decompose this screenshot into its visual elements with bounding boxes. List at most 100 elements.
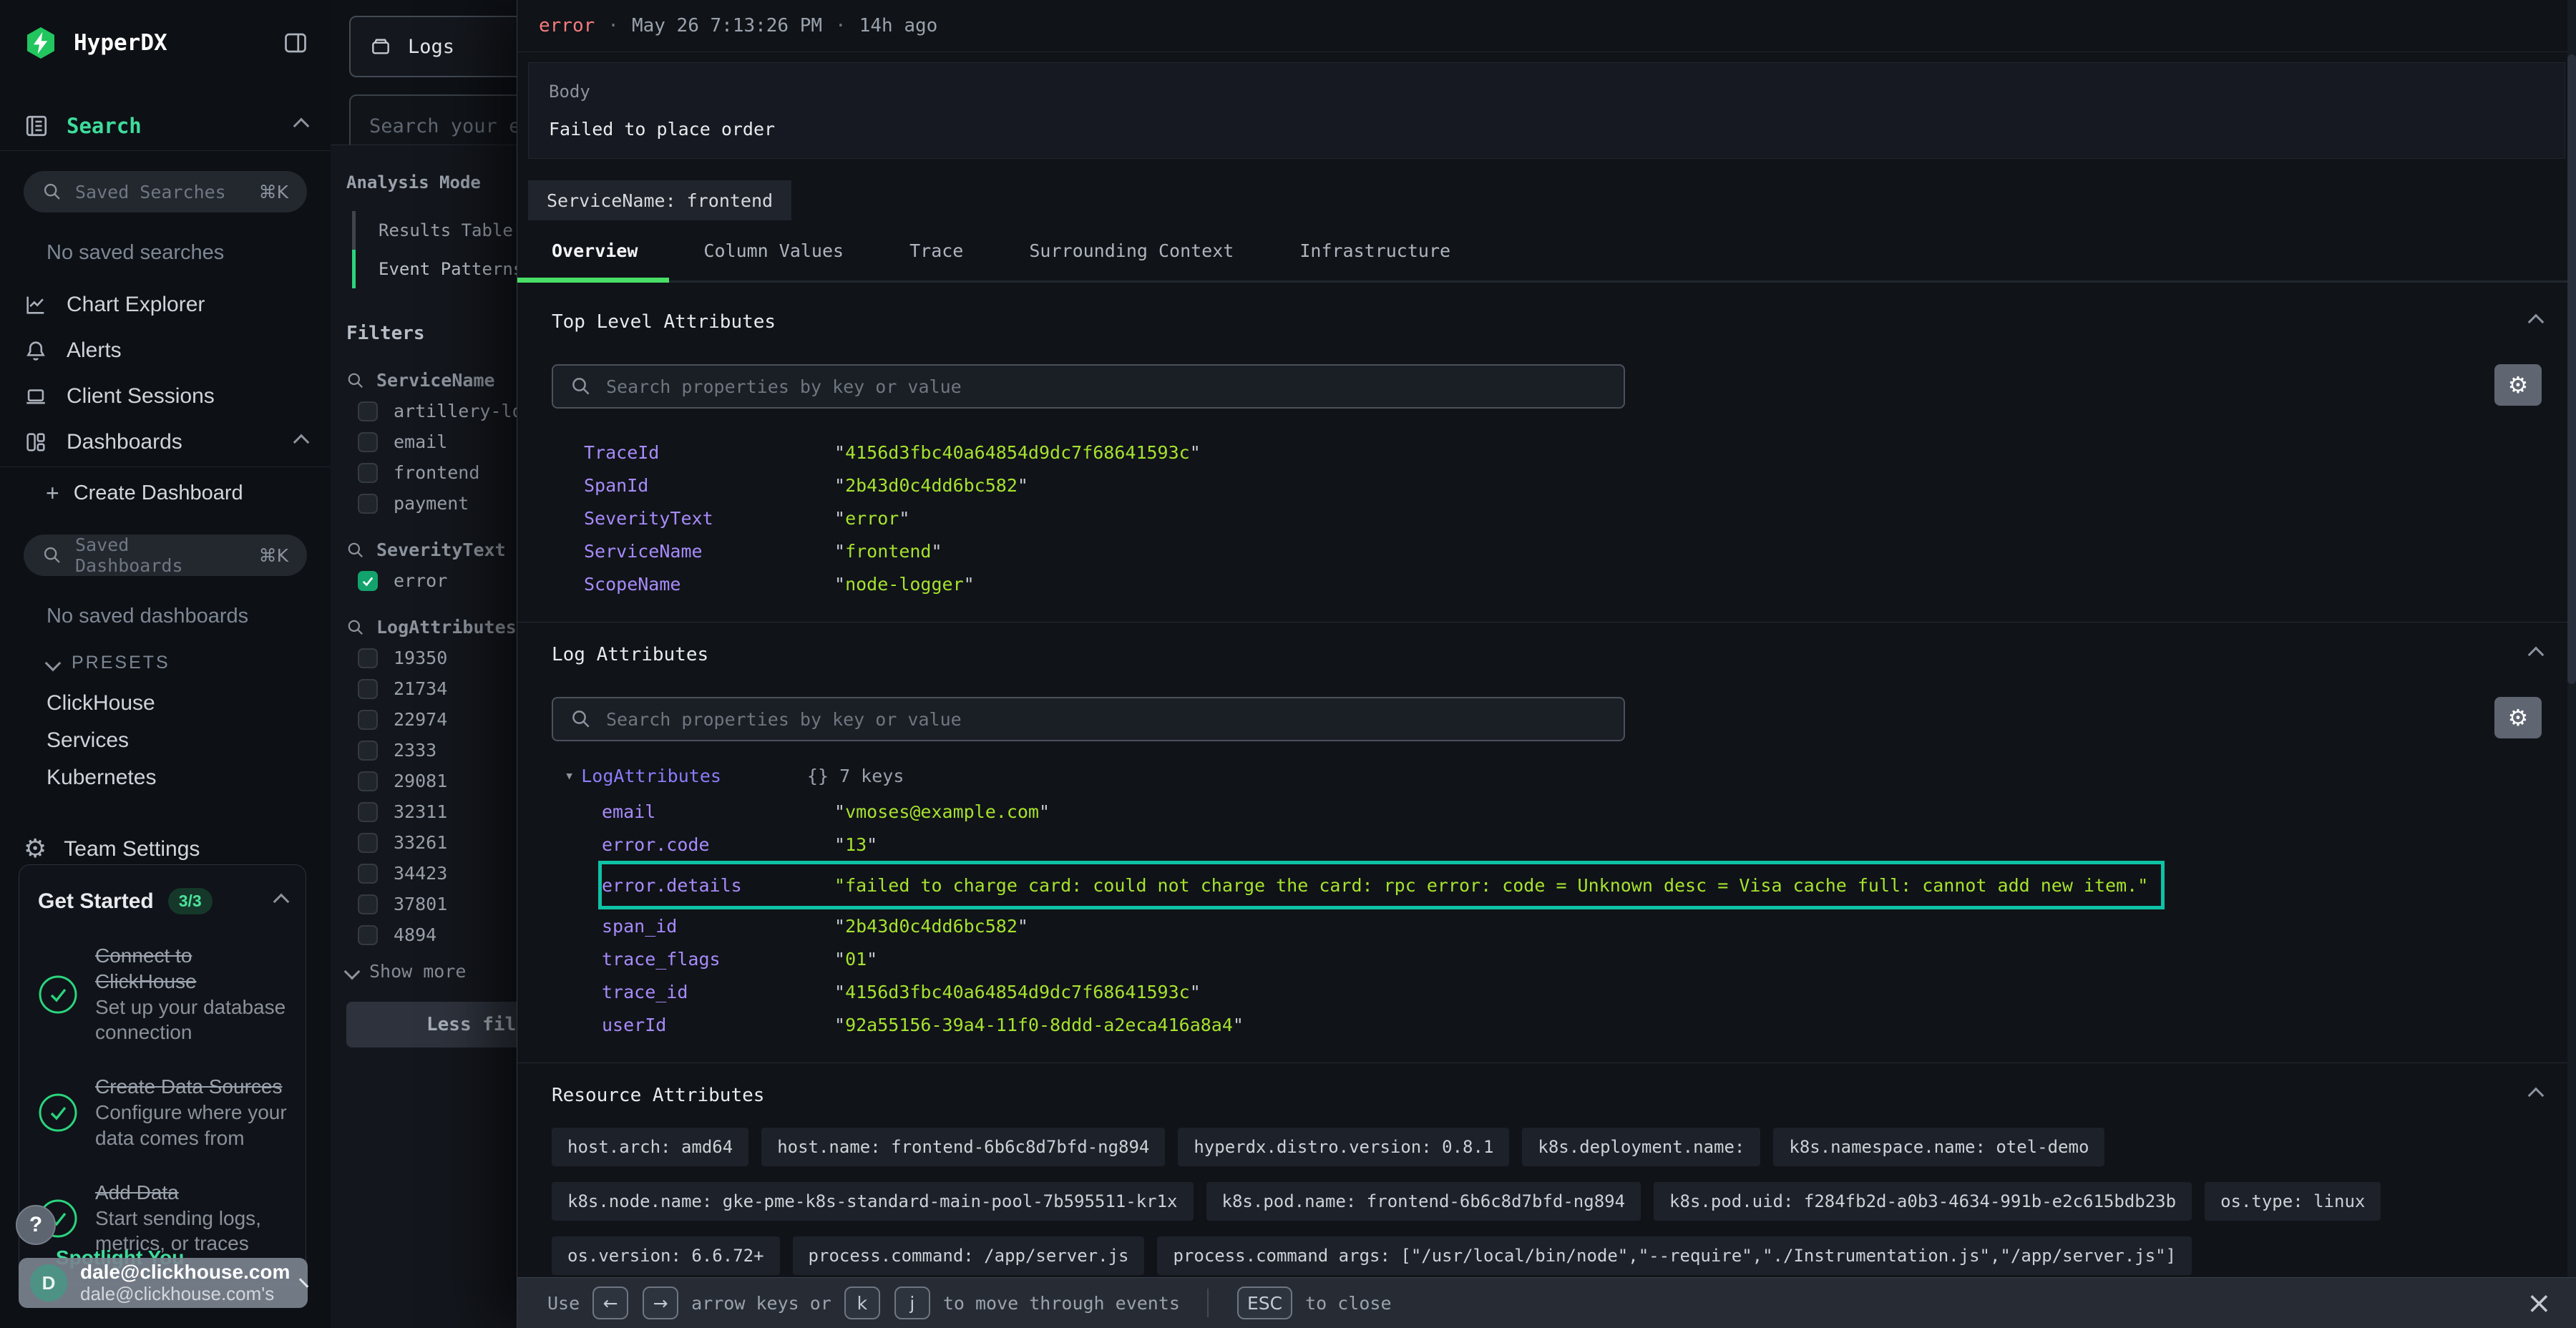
- attribute-key[interactable]: TraceId: [584, 442, 834, 463]
- attribute-value[interactable]: "error": [834, 508, 2542, 529]
- attribute-key[interactable]: error.details: [602, 875, 834, 896]
- checkbox[interactable]: [358, 802, 378, 822]
- resource-attribute-chip[interactable]: process.command args: ["/usr/local/bin/n…: [1157, 1236, 2192, 1275]
- checkbox[interactable]: [358, 864, 378, 884]
- tab-trace[interactable]: Trace: [909, 240, 963, 280]
- get-started-item[interactable]: Connect to ClickHouseSet up your databas…: [38, 943, 287, 1045]
- tab-infrastructure[interactable]: Infrastructure: [1299, 240, 1450, 280]
- resource-attribute-chip[interactable]: k8s.node.name: gke-pme-k8s-standard-main…: [552, 1182, 1194, 1221]
- attribute-row[interactable]: ServiceName"frontend": [584, 534, 2542, 567]
- checkbox[interactable]: [358, 925, 378, 945]
- create-dashboard-button[interactable]: + Create Dashboard: [0, 467, 331, 519]
- checkbox[interactable]: [358, 894, 378, 914]
- preset-item-kubernetes[interactable]: Kubernetes: [0, 761, 331, 795]
- attribute-row[interactable]: SpanId"2b43d0c4dd6bc582": [584, 469, 2542, 502]
- tab-surrounding-context[interactable]: Surrounding Context: [1029, 240, 1234, 280]
- checkbox[interactable]: [358, 679, 378, 699]
- attributes-settings-button[interactable]: ⚙: [2494, 364, 2542, 406]
- attribute-key[interactable]: SpanId: [584, 475, 834, 496]
- sidebar-item-alerts[interactable]: Alerts: [0, 328, 331, 374]
- scrollbar-thumb[interactable]: [2567, 54, 2576, 684]
- resource-attribute-chip[interactable]: process.command: /app/server.js: [793, 1236, 1145, 1275]
- attribute-value[interactable]: "13": [834, 834, 2542, 855]
- resource-attribute-chip[interactable]: os.version: 6.6.72+: [552, 1236, 780, 1275]
- resource-attribute-chip[interactable]: host.name: frontend-6b6c8d7bfd-ng894: [761, 1128, 1165, 1166]
- checkbox[interactable]: [358, 741, 378, 761]
- sidebar-section-search[interactable]: Search: [0, 103, 331, 149]
- highlighted-attribute-row[interactable]: error.details"failed to charge card: cou…: [598, 861, 2165, 909]
- attribute-key[interactable]: trace_flags: [602, 949, 834, 970]
- checkbox[interactable]: [358, 494, 378, 514]
- chevron-up-icon[interactable]: [273, 893, 290, 909]
- attribute-key[interactable]: SeverityText: [584, 508, 834, 529]
- attribute-value[interactable]: "vmoses@example.com": [834, 801, 2542, 822]
- attribute-value[interactable]: "node-logger": [834, 574, 2542, 595]
- checkbox[interactable]: [358, 401, 378, 421]
- attribute-row[interactable]: span_id"2b43d0c4dd6bc582": [602, 909, 2542, 942]
- user-card[interactable]: D dale@clickhouse.com dale@clickhouse.co…: [19, 1258, 308, 1308]
- resource-attribute-chip[interactable]: k8s.deployment.name:: [1522, 1128, 1760, 1166]
- log-attributes-root[interactable]: ▾ LogAttributes {} 7 keys: [565, 766, 2542, 786]
- help-button[interactable]: ?: [16, 1205, 56, 1245]
- attribute-key[interactable]: ServiceName: [584, 541, 834, 562]
- attribute-value[interactable]: "01": [834, 949, 2542, 970]
- tab-overview[interactable]: Overview: [552, 240, 638, 280]
- attribute-row[interactable]: error.code"13": [602, 828, 2542, 861]
- scrollbar[interactable]: [2567, 0, 2576, 1328]
- saved-dashboards-input[interactable]: Saved Dashboards ⌘K: [24, 534, 307, 576]
- checkbox[interactable]: [358, 710, 378, 730]
- tab-column-values[interactable]: Column Values: [703, 240, 844, 280]
- attribute-key[interactable]: error.code: [602, 834, 834, 855]
- resource-attribute-chip[interactable]: hyperdx.distro.version: 0.8.1: [1178, 1128, 1509, 1166]
- attribute-value[interactable]: "frontend": [834, 541, 2542, 562]
- collapse-section-icon[interactable]: [2528, 1088, 2545, 1104]
- resource-attribute-chip[interactable]: k8s.pod.name: frontend-6b6c8d7bfd-ng894: [1206, 1182, 1641, 1221]
- key-cap-j[interactable]: j: [894, 1286, 930, 1319]
- get-started-item[interactable]: Add DataStart sending logs, metrics, or …: [38, 1180, 287, 1256]
- key-cap-←[interactable]: ←: [592, 1286, 628, 1319]
- attribute-key[interactable]: span_id: [602, 916, 834, 937]
- preset-item-services[interactable]: Services: [0, 723, 331, 758]
- checkbox[interactable]: [358, 571, 378, 591]
- sidebar-item-dashboards[interactable]: Dashboards: [0, 419, 331, 465]
- attribute-row[interactable]: SeverityText"error": [584, 502, 2542, 534]
- saved-searches-input[interactable]: Saved Searches ⌘K: [24, 171, 307, 213]
- resource-attribute-chip[interactable]: k8s.pod.uid: f284fb2d-a0b3-4634-991b-e2c…: [1654, 1182, 2192, 1221]
- checkbox[interactable]: [358, 432, 378, 452]
- attribute-value[interactable]: "2b43d0c4dd6bc582": [834, 475, 2542, 496]
- checkbox[interactable]: [358, 648, 378, 668]
- resource-attribute-chip[interactable]: k8s.namespace.name: otel-demo: [1773, 1128, 2104, 1166]
- attribute-value[interactable]: "4156d3fbc40a64854d9dc7f68641593c": [834, 442, 2542, 463]
- checkbox[interactable]: [358, 463, 378, 483]
- collapse-section-icon[interactable]: [2528, 647, 2545, 663]
- attribute-row[interactable]: email"vmoses@example.com": [602, 795, 2542, 828]
- attribute-row[interactable]: userId"92a55156-39a4-11f0-8ddd-a2eca416a…: [602, 1008, 2542, 1041]
- properties-search-input[interactable]: Search properties by key or value: [552, 697, 1625, 741]
- presets-toggle[interactable]: PRESETS: [0, 653, 331, 673]
- key-cap-→[interactable]: →: [643, 1286, 678, 1319]
- chevron-up-icon[interactable]: [293, 118, 310, 135]
- get-started-header[interactable]: Get Started 3/3: [38, 888, 287, 914]
- attribute-row[interactable]: trace_flags"01": [602, 942, 2542, 975]
- properties-search-input[interactable]: Search properties by key or value: [552, 364, 1625, 409]
- preset-item-clickhouse[interactable]: ClickHouse: [0, 686, 331, 721]
- sidebar-item-client-sessions[interactable]: Client Sessions: [0, 374, 331, 419]
- attributes-settings-button[interactable]: ⚙: [2494, 697, 2542, 738]
- attribute-row[interactable]: trace_id"4156d3fbc40a64854d9dc7f68641593…: [602, 975, 2542, 1008]
- attribute-value[interactable]: "failed to charge card: could not charge…: [834, 875, 2148, 896]
- attribute-key[interactable]: ScopeName: [584, 574, 834, 595]
- checkbox[interactable]: [358, 771, 378, 791]
- close-icon[interactable]: ×: [2527, 1288, 2552, 1318]
- checkbox[interactable]: [358, 833, 378, 853]
- chevron-up-icon[interactable]: [293, 434, 310, 451]
- attribute-key[interactable]: trace_id: [602, 982, 834, 1002]
- sidebar-collapse-icon[interactable]: [282, 30, 309, 56]
- attribute-key[interactable]: userId: [602, 1015, 834, 1035]
- collapse-section-icon[interactable]: [2528, 314, 2545, 331]
- resource-attribute-chip[interactable]: os.type: linux: [2205, 1182, 2381, 1221]
- attribute-value[interactable]: "4156d3fbc40a64854d9dc7f68641593c": [834, 982, 2542, 1002]
- key-cap-k[interactable]: k: [844, 1286, 880, 1319]
- attribute-value[interactable]: "92a55156-39a4-11f0-8ddd-a2eca416a8a4": [834, 1015, 2542, 1035]
- get-started-item[interactable]: Create Data SourcesConfigure where your …: [38, 1074, 287, 1151]
- attribute-row[interactable]: ScopeName"node-logger": [584, 567, 2542, 600]
